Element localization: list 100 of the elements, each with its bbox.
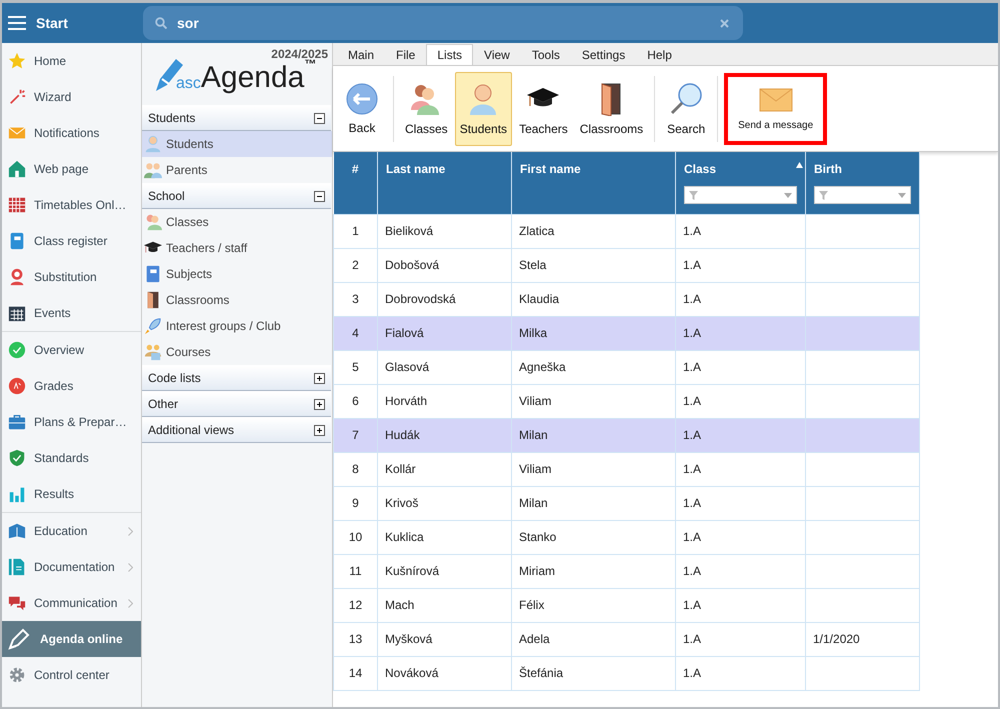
column-header[interactable]: Birth [806, 152, 920, 214]
star-icon [8, 52, 26, 70]
table-cell: Glasová [378, 350, 512, 384]
sidebar-item[interactable]: Agenda online [2, 621, 141, 657]
table-cell: Fialová [378, 316, 512, 350]
bar-chart-icon [8, 485, 26, 503]
menu-tab[interactable]: Help [636, 44, 683, 65]
sidebar-item[interactable]: Education [2, 513, 141, 549]
collapse-icon[interactable] [314, 190, 325, 202]
search-field[interactable]: sor [143, 6, 743, 40]
table-cell: Mach [378, 588, 512, 622]
search-icon [155, 17, 167, 29]
sidebar-item[interactable]: Class register [2, 223, 141, 259]
panel-item[interactable]: Students [142, 131, 332, 157]
sidebar-item[interactable]: Plans & Prepar… [2, 404, 141, 440]
table-cell: 1.A [676, 316, 806, 350]
expand-icon[interactable] [314, 398, 325, 410]
sidebar-item[interactable]: Wizard [2, 79, 141, 115]
ribbon-button[interactable]: Search [661, 72, 712, 146]
sidebar-item[interactable]: Grades [2, 368, 141, 404]
table-cell: Bieliková [378, 214, 512, 248]
sidebar-item[interactable]: Communication [2, 585, 141, 621]
collapse-icon[interactable] [314, 112, 325, 124]
table-cell: Viliam [512, 452, 676, 486]
sidebar-item[interactable]: Standards [2, 440, 141, 476]
table-cell: 13 [334, 622, 378, 656]
sidebar-item[interactable]: Control center [2, 657, 141, 693]
panel-item[interactable]: Courses [142, 339, 332, 365]
chat-bubbles-icon [8, 594, 26, 612]
table-cell: 5 [334, 350, 378, 384]
shield-icon [8, 449, 26, 467]
column-header[interactable]: First name [512, 152, 676, 214]
menu-tab[interactable]: View [473, 44, 521, 65]
table-cell: 1.A [676, 588, 806, 622]
table-cell: 10 [334, 520, 378, 554]
sidebar-item[interactable]: Substitution [2, 259, 141, 295]
ribbon-button[interactable]: Classrooms [574, 72, 648, 146]
panel-item[interactable]: Classes [142, 209, 332, 235]
table-cell: Agneška [512, 350, 676, 384]
ribbon-button[interactable]: Students [454, 72, 512, 146]
table-cell: 12 [334, 588, 378, 622]
table-cell: 4 [334, 316, 378, 350]
table-cell: Miriam [512, 554, 676, 588]
ribbon-button[interactable]: Back [337, 72, 387, 146]
sidebar-item[interactable]: Home [2, 43, 141, 79]
section-header[interactable]: Code lists [142, 365, 331, 391]
table-cell: 1/1/2020 [806, 622, 920, 656]
panel-item[interactable]: Interest groups / Club [142, 313, 332, 339]
ribbon-button[interactable]: Classes [400, 72, 453, 146]
table-cell: 1.A [676, 282, 806, 316]
menu-tab[interactable]: Lists [426, 44, 474, 65]
table-cell: 2 [334, 248, 378, 282]
sidebar-item[interactable]: Notifications [2, 115, 141, 151]
ribbon-button[interactable]: Send a message [724, 72, 828, 144]
sidebar-item[interactable]: Documentation [2, 549, 141, 585]
grade-circle-icon [8, 377, 26, 395]
table-cell: Dobošová [378, 248, 512, 282]
filter-field[interactable] [684, 186, 797, 204]
sidebar-item[interactable]: Events [2, 295, 141, 331]
section-header[interactable]: Additional views [142, 417, 331, 443]
table-cell: Nováková [378, 656, 512, 690]
briefcase-icon [8, 413, 26, 431]
gear-icon [8, 666, 26, 684]
envelope-icon [758, 86, 793, 114]
panel-item[interactable]: Parents [142, 157, 332, 183]
magic-wand-icon [8, 88, 26, 106]
column-header[interactable]: Class [676, 152, 806, 214]
table-cell: Zlatica [512, 214, 676, 248]
expand-icon[interactable] [314, 424, 325, 436]
magnifier-icon [669, 82, 704, 116]
panel-item[interactable]: Classrooms [142, 287, 332, 313]
people-icon [144, 161, 162, 179]
menu-tab[interactable]: Main [337, 44, 386, 65]
table-cell: Myšková [378, 622, 512, 656]
menu-tab[interactable]: Settings [570, 44, 636, 65]
section-header[interactable]: School [142, 183, 331, 209]
expand-icon[interactable] [314, 372, 325, 384]
table-cell: Klaudia [512, 282, 676, 316]
section-header[interactable]: Students [142, 105, 331, 131]
section-header[interactable]: Other [142, 391, 331, 417]
sidebar-item[interactable]: Web page [2, 151, 141, 187]
filter-field[interactable] [814, 186, 911, 204]
start-menu-button[interactable]: Start [2, 3, 143, 43]
calendar-icon [8, 304, 26, 322]
menu-tab[interactable]: File [385, 44, 426, 65]
menu-tab[interactable]: Tools [520, 44, 571, 65]
table-cell: Milka [512, 316, 676, 350]
column-header[interactable]: # [334, 152, 378, 214]
table-cell: 3 [334, 282, 378, 316]
sidebar-item[interactable]: Results [2, 476, 141, 512]
book-icon [8, 522, 26, 540]
table-cell: Hudák [378, 418, 512, 452]
panel-item[interactable]: Teachers / staff [142, 235, 332, 261]
sidebar-item[interactable]: Timetables Onl… [2, 187, 141, 223]
table-cell: Krivoš [378, 486, 512, 520]
column-header[interactable]: Last name [378, 152, 512, 214]
sidebar-item[interactable]: Overview [2, 332, 141, 368]
ribbon-button[interactable]: Teachers [514, 72, 573, 146]
panel-item[interactable]: Subjects [142, 261, 332, 287]
house-icon [8, 160, 26, 178]
